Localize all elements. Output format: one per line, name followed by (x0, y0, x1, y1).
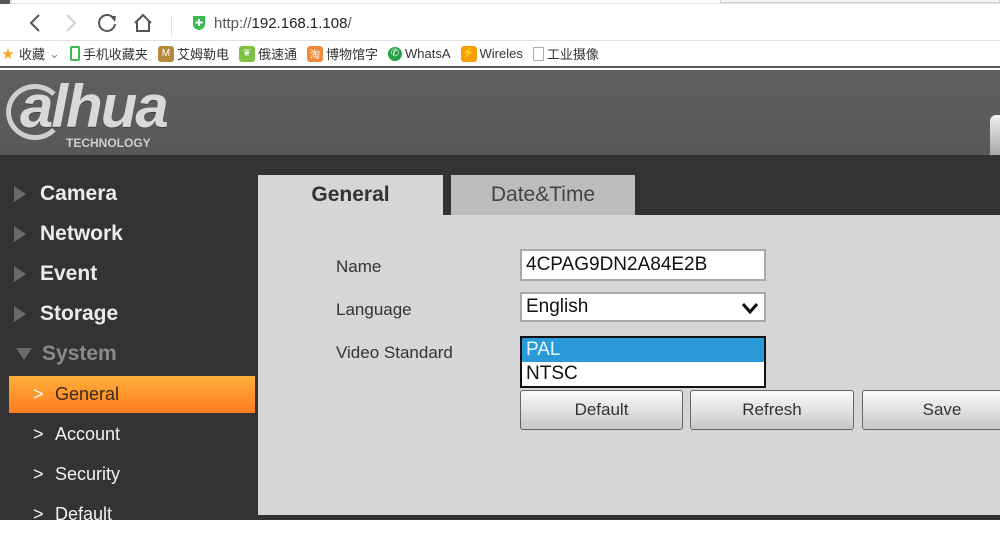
language-label: Language (336, 300, 412, 319)
bookmark-item[interactable]: ❦ 俄速通 (238, 44, 297, 63)
site-icon: 淘 (306, 45, 323, 62)
bookmark-item[interactable]: ⚡ Wireles (460, 45, 523, 62)
site-icon: M (157, 45, 174, 62)
video-option-ntsc[interactable]: NTSC (522, 362, 764, 386)
language-value: English (526, 296, 589, 317)
chevron-right-icon: > (33, 464, 44, 484)
chevron-right-icon: > (33, 424, 44, 444)
content-area: General Date&Time Name 4CPAG9DN2A84E2B L… (258, 175, 1000, 520)
toolbar-divider (171, 16, 172, 36)
chevron-down-icon (741, 303, 759, 315)
browser-tab[interactable] (720, 0, 1000, 3)
chevron-right-icon: > (33, 504, 44, 524)
logo-subtitle: TECHNOLOGY (66, 136, 151, 150)
back-button[interactable] (22, 10, 48, 36)
sidebar-subitem-general[interactable]: > General (9, 376, 255, 413)
forward-button[interactable] (58, 10, 84, 36)
name-input[interactable]: 4CPAG9DN2A84E2B (520, 249, 766, 281)
name-label: Name (336, 257, 382, 276)
site-icon: ⚡ (460, 45, 477, 62)
video-standard-label: Video Standard (336, 343, 453, 362)
sidebar-sublabel: Security (55, 464, 121, 484)
leaf-icon: ❦ (238, 45, 255, 62)
bookmark-label: 工业摄像 (546, 47, 599, 62)
url-path: / (347, 14, 352, 32)
bookmark-label: WhatsA (404, 46, 451, 61)
sidebar-label: Camera (40, 182, 118, 205)
chevron-down-icon: ⌄ (49, 45, 60, 61)
address-bar[interactable]: http://192.168.1.108/ (192, 12, 352, 34)
bookmark-label: 俄速通 (257, 47, 297, 62)
bookmark-favorites[interactable]: ★ 收藏 ⌄ (0, 44, 60, 63)
page-icon (532, 46, 544, 61)
sidebar-item-network[interactable]: Network (14, 220, 123, 248)
secure-shield-icon (193, 16, 205, 30)
bookmark-label: 博物馆字 (325, 47, 378, 62)
home-button[interactable] (130, 10, 156, 36)
bookmark-item[interactable]: 淘 博物馆字 (306, 44, 378, 63)
triangle-right-icon (14, 266, 26, 282)
save-button[interactable]: Save (862, 390, 1000, 430)
video-standard-dropdown[interactable]: PAL NTSC (520, 336, 766, 388)
browser-navbar: http://192.168.1.108/ (0, 4, 1000, 40)
reload-button[interactable] (94, 10, 120, 36)
reload-icon (98, 14, 116, 32)
star-icon: ★ (1, 45, 15, 63)
sidebar-item-event[interactable]: Event (14, 260, 97, 288)
bookmark-item[interactable]: ✆ WhatsA (387, 46, 451, 61)
logo-ring (6, 84, 64, 140)
language-select[interactable]: English (520, 292, 766, 322)
refresh-button[interactable]: Refresh (690, 390, 854, 430)
bookmark-label: 收藏 (19, 47, 46, 62)
app-body: Camera Network Event Storage System > Ge… (0, 155, 1000, 524)
bookmark-label: 手机收藏夹 (82, 47, 148, 62)
url-host: 192.168.1.108 (251, 14, 348, 32)
sidebar-sublabel: General (55, 384, 120, 404)
back-icon (29, 14, 40, 32)
triangle-right-icon (14, 226, 26, 242)
default-button[interactable]: Default (520, 390, 683, 430)
bookmark-item[interactable]: 工业摄像 (532, 44, 599, 63)
triangle-right-icon (14, 306, 26, 322)
phone-icon (69, 46, 80, 61)
sidebar-item-camera[interactable]: Camera (14, 180, 117, 208)
sidebar-sublabel: Account (55, 424, 121, 444)
sidebar: Camera Network Event Storage System > Ge… (0, 155, 258, 524)
bookmark-label: 艾姆勒电 (176, 47, 229, 62)
video-option-pal[interactable]: PAL (522, 338, 764, 362)
tab-date-time[interactable]: Date&Time (451, 175, 635, 215)
sidebar-subitem-default[interactable]: > Default (9, 496, 255, 533)
home-icon (134, 13, 152, 32)
sidebar-label: Event (40, 262, 98, 285)
chevron-right-icon: > (33, 384, 44, 404)
sidebar-subitem-account[interactable]: > Account (9, 416, 255, 453)
sidebar-label: Network (40, 222, 123, 245)
sidebar-item-system[interactable]: System (14, 340, 117, 368)
sidebar-label: Storage (40, 302, 119, 325)
sidebar-item-storage[interactable]: Storage (14, 300, 118, 328)
tab-general[interactable]: General (258, 175, 443, 215)
header-button[interactable] (990, 115, 1000, 155)
bookmark-item[interactable]: 手机收藏夹 (69, 44, 148, 63)
sidebar-label: System (42, 342, 117, 365)
url-scheme: http:// (214, 14, 252, 32)
sidebar-subitem-security[interactable]: > Security (9, 456, 255, 493)
dahua-logo: alhua TECHNOLOGY (6, 77, 169, 150)
bookmarks-bar: ★ 收藏 ⌄ 手机收藏夹 M 艾姆勒电 ❦ 俄速通 淘 博物馆字 ✆ Whats… (0, 40, 1000, 68)
general-settings-panel: Name 4CPAG9DN2A84E2B Language English Vi… (258, 215, 1000, 515)
bookmark-label: Wireles (479, 46, 523, 61)
forward-icon (66, 14, 77, 32)
app-header: alhua TECHNOLOGY (0, 70, 1000, 155)
bookmark-item[interactable]: M 艾姆勒电 (157, 44, 229, 63)
sidebar-sublabel: Default (55, 504, 113, 524)
triangle-down-icon (16, 348, 32, 360)
triangle-right-icon (14, 186, 26, 202)
whatsapp-icon: ✆ (387, 46, 402, 61)
